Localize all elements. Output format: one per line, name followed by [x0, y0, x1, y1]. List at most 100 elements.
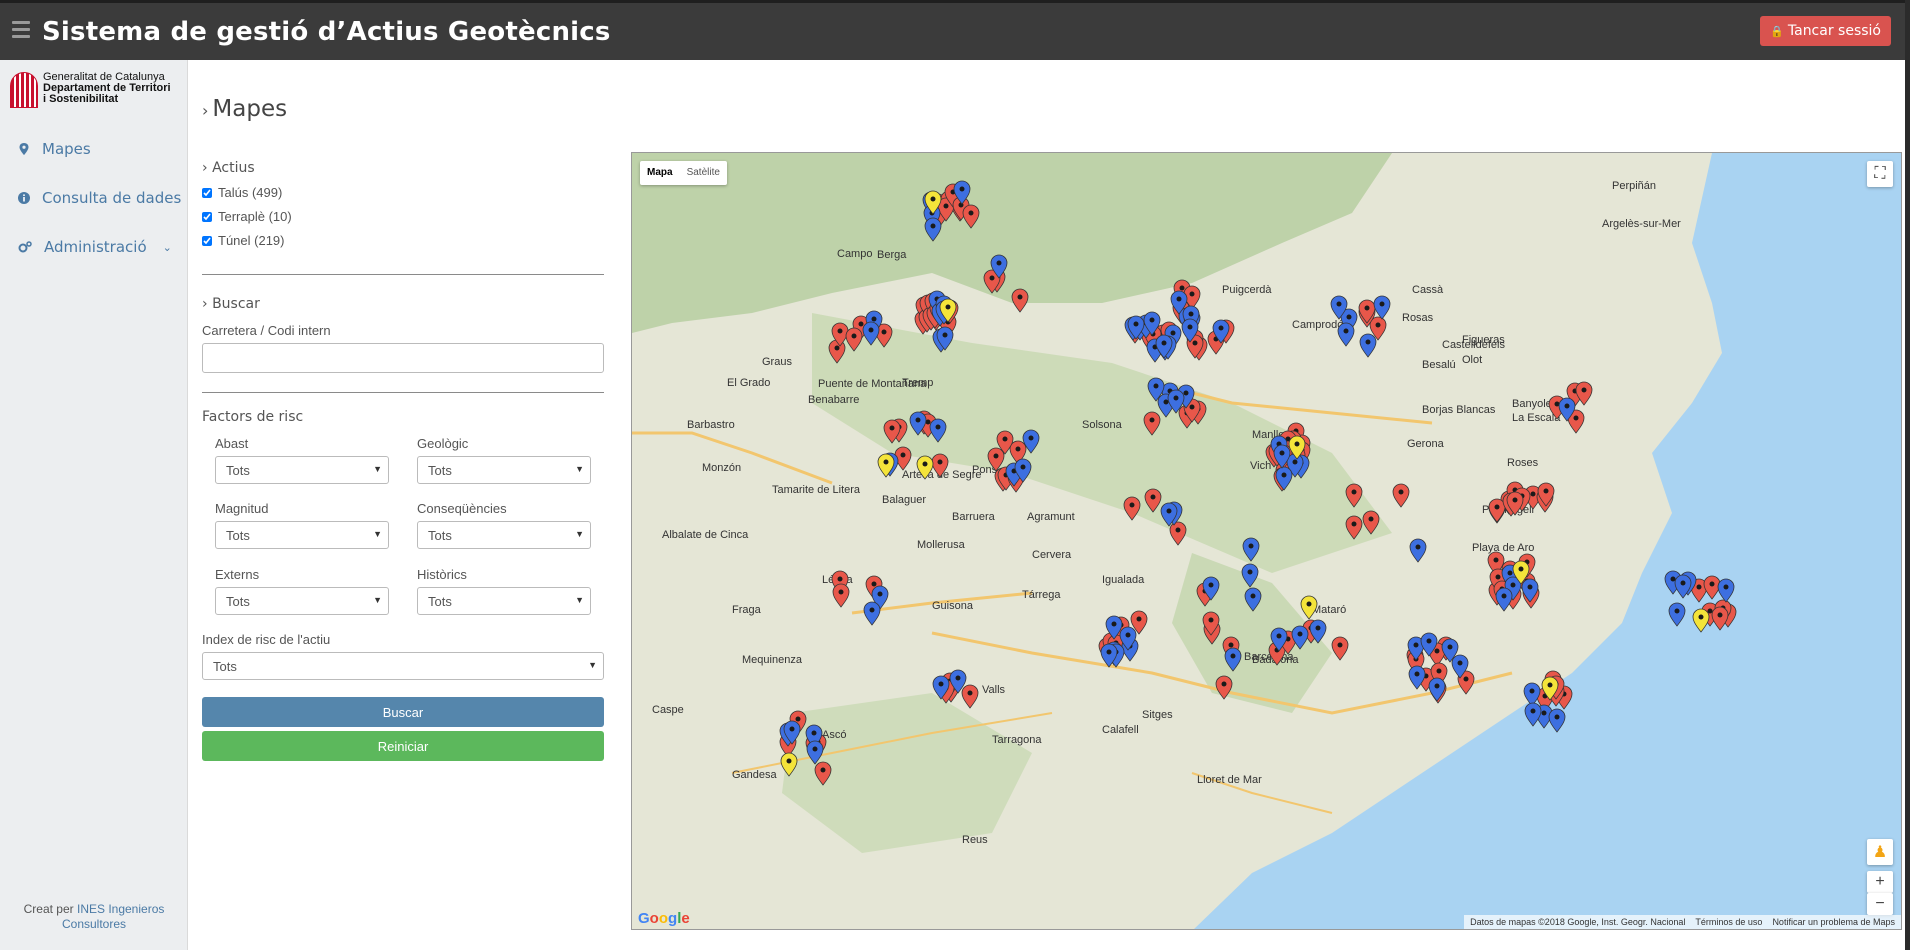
place-label: Monzón — [702, 462, 741, 474]
tunel-checkbox[interactable] — [202, 235, 212, 246]
terraple-checkbox[interactable] — [202, 211, 212, 222]
carretera-input[interactable] — [202, 343, 604, 373]
sidebar-item-label: Administració — [44, 238, 147, 256]
sidebar-item-administracio[interactable]: Administració ⌄ — [18, 238, 172, 256]
abast-label: Abast — [215, 436, 249, 451]
place-label: Roses — [1507, 457, 1539, 469]
place-label: Borjas Blancas — [1422, 404, 1496, 416]
map-footer: Datos de mapas ©2018 Google, Inst. Geogr… — [1464, 915, 1901, 929]
credit: Creat per INES Ingenieros Consultores — [0, 902, 188, 932]
place-label: Besalú — [1422, 359, 1456, 371]
magnitud-select[interactable]: Tots ▼ — [215, 521, 389, 549]
place-label: Tarragona — [992, 734, 1042, 746]
index-select[interactable]: Tots ▼ — [202, 652, 604, 680]
report-link[interactable]: Notificar un problema de Maps — [1772, 917, 1895, 927]
dropdown-arrow-icon: ▼ — [575, 529, 584, 539]
place-label: Guisona — [932, 600, 974, 612]
map-layer[interactable]: PerpiñánArgelès-sur-MerFiguerasGeronaVic… — [632, 153, 1902, 930]
map-canvas[interactable]: Perpiñán Argelès-sur-Mer Figueras Gerona Vic… — [631, 152, 1902, 930]
place-label: Solsona — [1082, 419, 1123, 431]
externs-select[interactable]: Tots ▼ — [215, 587, 389, 615]
place-label: Tamarite de Litera — [772, 484, 861, 496]
fullscreen-icon[interactable]: ⛶ — [1867, 161, 1893, 187]
factors-heading: Factors de risc — [202, 409, 304, 425]
place-label: Puente de Montañana — [818, 378, 927, 390]
actius-heading[interactable]: › Actius — [202, 160, 255, 176]
place-label: Tárrega — [1022, 589, 1061, 601]
place-label: Fraga — [732, 604, 762, 616]
logout-button[interactable]: 🔒 Tancar sessió — [1760, 16, 1891, 46]
window-edge — [1905, 0, 1910, 950]
place-label: Rosas — [1402, 312, 1434, 324]
checkbox-terraple[interactable]: Terraplè (10) — [202, 209, 292, 224]
chevron-down-icon: ⌄ — [162, 240, 172, 254]
place-label: Igualada — [1102, 574, 1145, 586]
place-label: Graus — [762, 356, 792, 368]
buscar-heading-text: Buscar — [212, 296, 260, 312]
page-title: › Mapes — [202, 96, 287, 122]
place-label: El Grado — [727, 377, 770, 389]
externs-value: Tots — [226, 594, 250, 609]
dropdown-arrow-icon: ▼ — [575, 464, 584, 474]
dropdown-arrow-icon: ▼ — [373, 464, 382, 474]
magnitud-label: Magnitud — [215, 501, 269, 516]
place-label: Agramunt — [1027, 511, 1075, 523]
search-button[interactable]: Buscar — [202, 697, 604, 727]
historics-select[interactable]: Tots ▼ — [417, 587, 591, 615]
abast-select[interactable]: Tots ▼ — [215, 456, 389, 484]
zoom-out-button[interactable]: − — [1867, 893, 1893, 915]
geologic-select[interactable]: Tots ▼ — [417, 456, 591, 484]
magnitud-value: Tots — [226, 528, 250, 543]
place-label: Argelès-sur-Mer — [1602, 218, 1681, 230]
geologic-label: Geològic — [417, 436, 469, 451]
credit-prefix: Creat per — [23, 902, 74, 916]
app-title: Sistema de gestió d’Actius Geotècnics — [42, 17, 611, 47]
senyera-logo-icon — [10, 72, 38, 108]
logout-label: Tancar sessió — [1787, 23, 1881, 39]
place-label: Cassà — [1412, 284, 1444, 296]
map-type-control[interactable]: Mapa Satèlite — [640, 161, 727, 185]
place-label: Valls — [982, 684, 1006, 696]
consequencies-value: Tots — [428, 528, 452, 543]
buscar-heading[interactable]: › Buscar — [202, 296, 260, 312]
place-label: Perpiñán — [1612, 180, 1656, 192]
checkbox-talus[interactable]: Talús (499) — [202, 185, 282, 200]
page-title-text: Mapes — [212, 96, 288, 122]
dropdown-arrow-icon: ▼ — [373, 529, 382, 539]
sidebar-item-consulta[interactable]: Consulta de dades — [18, 189, 181, 207]
talus-label: Talús (499) — [218, 185, 283, 200]
sidebar-item-label: Mapes — [42, 140, 91, 158]
checkbox-tunel[interactable]: Túnel (219) — [202, 233, 284, 248]
consequencies-select[interactable]: Tots ▼ — [417, 521, 591, 549]
place-label: Reus — [962, 834, 988, 846]
carretera-label: Carretera / Codi intern — [202, 323, 331, 338]
actius-heading-text: Actius — [212, 160, 255, 176]
place-label: Cervera — [1032, 549, 1072, 561]
gencat-logo: Generalitat de Catalunya Departament de … — [10, 72, 171, 108]
sidebar: Generalitat de Catalunya Departament de … — [0, 60, 188, 950]
tab-satellite[interactable]: Satèlite — [680, 161, 727, 185]
top-bar: Sistema de gestió d’Actius Geotècnics 🔒 … — [0, 0, 1905, 60]
reset-button[interactable]: Reiniciar — [202, 731, 604, 761]
map-marker-icon — [19, 143, 29, 155]
place-label: Calafell — [1102, 724, 1139, 736]
place-label: Mollerusa — [917, 539, 966, 551]
sidebar-item-mapes[interactable]: Mapes — [18, 140, 91, 158]
tab-map[interactable]: Mapa — [640, 161, 680, 185]
pegman-icon[interactable]: ♟ — [1867, 839, 1893, 865]
zoom-in-button[interactable]: + — [1867, 871, 1893, 893]
terms-link[interactable]: Términos de uso — [1695, 917, 1762, 927]
talus-checkbox[interactable] — [202, 187, 212, 198]
tunel-label: Túnel (219) — [218, 233, 285, 248]
hamburger-menu-icon[interactable] — [12, 21, 30, 38]
place-label: Gandesa — [732, 769, 778, 781]
geologic-value: Tots — [428, 463, 452, 478]
chevron-right-icon: › — [202, 160, 208, 176]
place-label: Balaguer — [882, 494, 926, 506]
divider — [202, 274, 604, 275]
chevron-right-icon: › — [202, 101, 209, 120]
place-label: Campo — [837, 248, 872, 260]
credit-link[interactable]: INES Ingenieros Consultores — [62, 902, 164, 931]
place-label: Albalate de Cinca — [662, 529, 749, 541]
terraple-label: Terraplè (10) — [218, 209, 292, 224]
